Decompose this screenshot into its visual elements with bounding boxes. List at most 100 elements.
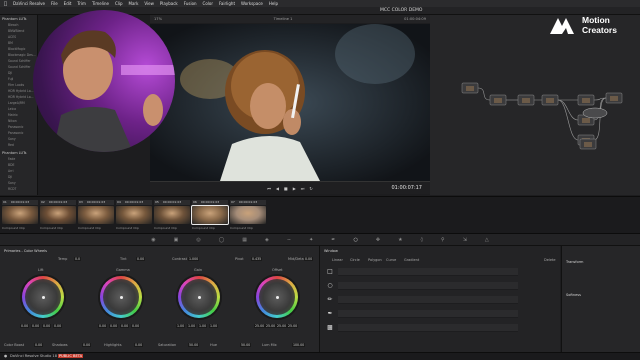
window-type-tab[interactable]: Gradient [404, 258, 419, 262]
loop-icon[interactable]: ↻ [309, 186, 312, 191]
wheel-value[interactable]: 0.00 [109, 324, 119, 328]
lut-folder-item[interactable]: Sony [8, 137, 16, 141]
wheel-value[interactable]: 0.00 [120, 324, 130, 328]
window-icon[interactable]: ○ [354, 237, 358, 243]
menu-help[interactable]: Help [269, 1, 278, 6]
window-row[interactable] [338, 296, 518, 304]
menu-playback[interactable]: Playback [160, 1, 178, 6]
param-value[interactable]: 0.00 [82, 343, 92, 347]
menu-edit[interactable]: Edit [64, 1, 72, 6]
clip-thumbnail[interactable]: 01 00:00:01:03 Compound Clip [2, 200, 38, 233]
window-square-icon[interactable]: □ [326, 268, 334, 276]
param-value[interactable]: 50.00 [240, 343, 252, 347]
lut-folder-item[interactable]: BM [8, 41, 13, 45]
window-gradient-icon[interactable]: ▩ [326, 324, 334, 332]
clip-thumbnail[interactable]: 03 00:00:01:03 Compound Clip [78, 200, 114, 233]
param-value[interactable]: 0.00 [136, 257, 146, 261]
lut-folder-item[interactable]: Bleach [8, 23, 18, 27]
lut-folder-item[interactable]: BDE [8, 163, 14, 167]
clip-thumbnail[interactable]: 06 00:00:01:03 Compound Clip [191, 200, 229, 233]
param-value[interactable]: 0.00 [304, 257, 314, 261]
camera-raw-icon[interactable]: ◉ [151, 237, 155, 243]
param-value[interactable]: 50.00 [188, 343, 200, 347]
lut-folder-item[interactable]: HDR Hybrid Lo... [8, 89, 34, 93]
wheel-crosshair[interactable] [275, 295, 279, 299]
lut-folder-item[interactable]: ACES [8, 35, 16, 39]
wheel-value[interactable]: 1.00 [198, 324, 208, 328]
window-type-tab[interactable]: Curve [386, 258, 396, 262]
menu-app[interactable]: DaVinci Resolve [13, 1, 45, 6]
key-icon[interactable]: ⚲ [441, 237, 445, 243]
clip-thumbnail[interactable]: 02 00:00:01:03 Compound Clip [40, 200, 76, 233]
step-back-icon[interactable]: ◀ [276, 186, 279, 191]
lut-folder-item[interactable]: RCDT [8, 187, 16, 191]
window-row[interactable] [338, 268, 518, 276]
node-editor[interactable] [430, 15, 640, 195]
wheel-value[interactable]: 0.00 [131, 324, 141, 328]
video-viewer[interactable] [150, 24, 430, 181]
sizing-icon[interactable]: ⇲ [463, 237, 467, 243]
hdr-icon[interactable]: ◯ [219, 237, 225, 243]
window-type-tab[interactable]: Circle [350, 258, 360, 262]
lut-folder-item[interactable]: BNWBlend [8, 29, 24, 33]
menu-color[interactable]: Color [203, 1, 213, 6]
lut-folder-item[interactable]: HDR Hybrid Lo... [8, 95, 34, 99]
qualifier-icon[interactable]: ✒ [331, 237, 335, 243]
wheel-value[interactable]: 1.00 [176, 324, 186, 328]
window-curve-icon[interactable]: ✒ [326, 310, 334, 318]
menu-workspace[interactable]: Workspace [241, 1, 263, 6]
color-match-icon[interactable]: ▣ [174, 237, 179, 243]
wheel-value[interactable]: 0.00 [31, 324, 41, 328]
menu-timeline[interactable]: Timeline [92, 1, 109, 6]
skip-forward-icon[interactable]: ⏭ [301, 186, 305, 191]
lut-folder-item[interactable]: Matrix [8, 113, 18, 117]
window-row[interactable] [338, 324, 518, 332]
lut-group-tab[interactable]: Phantom LUTs [2, 17, 26, 21]
wheel-value[interactable]: 25.00 [254, 324, 266, 328]
wheel-crosshair[interactable] [41, 295, 45, 299]
window-type-tab[interactable]: Linear [332, 258, 343, 262]
3d-icon[interactable]: △ [485, 237, 489, 243]
lut-folder-item[interactable]: Red [8, 143, 14, 147]
param-value[interactable]: 0.00 [134, 343, 144, 347]
param-value[interactable]: 0.00 [34, 343, 44, 347]
menu-mark[interactable]: Mark [129, 1, 139, 6]
color-wheels-icon[interactable]: ◎ [196, 237, 200, 243]
lut-folder-item[interactable]: Sound Schiffer [8, 59, 31, 63]
param-value[interactable]: 0.0 [74, 257, 82, 261]
wheel-value[interactable]: 1.00 [187, 324, 197, 328]
menu-clip[interactable]: Clip [115, 1, 123, 6]
curves-icon[interactable]: ∽ [287, 237, 291, 243]
clip-thumbnail[interactable]: 07 00:00:01:03 Compound Clip [230, 200, 266, 233]
lut-folder-item[interactable]: DJI [8, 175, 12, 179]
wheel-value[interactable]: 0.00 [98, 324, 108, 328]
magic-mask-icon[interactable]: ★ [398, 237, 402, 243]
clip-thumbnail[interactable]: 05 00:00:01:03 Compound Clip [154, 200, 190, 233]
lut-folder-item[interactable]: Sound Schiffer [8, 65, 31, 69]
motion-effects-icon[interactable]: ◈ [265, 237, 269, 243]
lut-folder-item[interactable]: Blackmagic Des... [8, 53, 36, 57]
param-value[interactable]: 0.435 [251, 257, 263, 261]
wheel-value[interactable]: 0.00 [20, 324, 30, 328]
lut-folder-item[interactable]: Fade [8, 157, 15, 161]
stop-icon[interactable]: ■ [284, 186, 288, 191]
window-circle-icon[interactable]: ○ [326, 282, 334, 290]
zoom-level[interactable]: 17% [154, 17, 162, 21]
lut-folder-item[interactable]: Panasonic [8, 125, 24, 129]
play-icon[interactable]: ▶ [293, 186, 296, 191]
wheel-value[interactable]: 0.00 [42, 324, 52, 328]
wheel-value[interactable]: 25.00 [287, 324, 299, 328]
lut-folder-item[interactable]: LargeA/RM [8, 101, 25, 105]
menu-fusion[interactable]: Fusion [184, 1, 197, 6]
tracker-icon[interactable]: ✥ [376, 237, 380, 243]
lut-folder-item[interactable]: DJI [8, 71, 12, 75]
window-pen-icon[interactable]: ✏ [326, 296, 334, 304]
lut-folder-item[interactable]: BlackMagic [8, 47, 25, 51]
apple-icon[interactable]:  [4, 1, 7, 7]
wheel-value[interactable]: 0.00 [53, 324, 63, 328]
lut-folder-item[interactable]: Nikon [8, 119, 17, 123]
menu-view[interactable]: View [144, 1, 154, 6]
rgb-mixer-icon[interactable]: ▦ [242, 237, 247, 243]
menu-trim[interactable]: Trim [77, 1, 86, 6]
lut-group-tab-2[interactable]: Phantom LUTs [2, 151, 26, 155]
